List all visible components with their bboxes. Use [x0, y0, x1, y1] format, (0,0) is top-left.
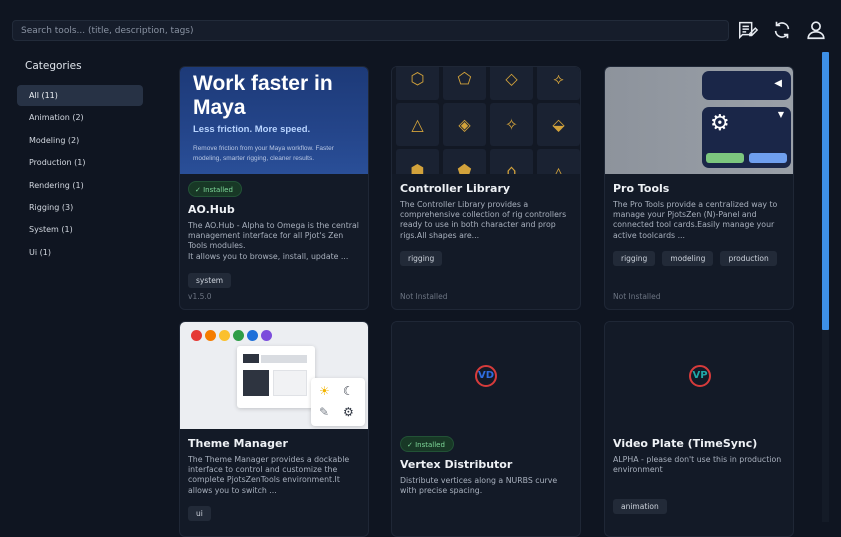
- controller-shape-icon: ⬟: [443, 149, 486, 174]
- card-description: Distribute vertices along a NURBS curve …: [400, 476, 558, 496]
- controller-shape-icon: ⌂: [490, 149, 533, 174]
- refresh-icon[interactable]: [771, 19, 793, 41]
- controller-shape-icon: ⬡: [396, 67, 439, 100]
- tag-system[interactable]: system: [188, 273, 232, 288]
- tool-card-vertex-distributor[interactable]: VD ✓ Installed Vertex Distributor Distri…: [391, 321, 581, 537]
- card-title: Theme Manager: [188, 437, 288, 450]
- news-icon[interactable]: [737, 19, 759, 41]
- tag-animation[interactable]: animation: [613, 499, 667, 514]
- controller-library-thumbnail: ⬡ ⬠ ◇ ⟡ △ ◈ ✧ ⬙ ⬢ ⬟ ⌂ ▵: [392, 67, 580, 174]
- category-all[interactable]: All (11): [17, 85, 143, 106]
- card-version: v1.5.0: [188, 292, 212, 301]
- card-title: AO.Hub: [188, 203, 235, 216]
- card-description: The Theme Manager provides a dockable in…: [188, 455, 350, 495]
- tag-rigging[interactable]: rigging: [400, 251, 443, 266]
- category-list: All (11) Animation (2) Modeling (2) Prod…: [17, 85, 143, 264]
- thumb-headline: Work faster in Maya: [193, 72, 333, 119]
- installed-badge: ✓ Installed: [400, 436, 454, 452]
- controller-shape-icon: ⬙: [537, 103, 580, 146]
- card-title: Pro Tools: [613, 182, 670, 195]
- tool-card-video-plate[interactable]: VP Video Plate (TimeSync) ALPHA - please…: [604, 321, 794, 537]
- card-title: Controller Library: [400, 182, 511, 195]
- controller-shape-icon: ◈: [443, 103, 486, 146]
- pro-tools-thumbnail: ◀ ⚙ ▼: [605, 67, 793, 174]
- card-install-status: Not Installed: [613, 292, 661, 301]
- scrollbar-thumb[interactable]: [822, 52, 829, 330]
- tag-rigging[interactable]: rigging: [613, 251, 656, 266]
- category-modeling[interactable]: Modeling (2): [17, 130, 143, 151]
- search-input[interactable]: [12, 20, 729, 41]
- tool-card-aohub[interactable]: Work faster in Maya Less friction. More …: [179, 66, 369, 310]
- vd-logo: VD: [475, 365, 497, 387]
- vertex-distributor-thumbnail: VD: [392, 322, 580, 429]
- thumb-subheadline: Less friction. More speed.: [193, 124, 311, 135]
- card-title: Video Plate (TimeSync): [613, 437, 758, 450]
- chevron-down-icon: ▼: [777, 110, 784, 119]
- tool-card-pro-tools[interactable]: ◀ ⚙ ▼ Pro Tools The Pro Tools provide a …: [604, 66, 794, 310]
- theme-manager-thumbnail: ☀ ☾ ✎ ⚙: [180, 322, 368, 429]
- aohub-thumbnail: Work faster in Maya Less friction. More …: [180, 67, 368, 174]
- thumb-caption: Remove friction from your Maya workflow.…: [193, 145, 334, 162]
- category-rigging[interactable]: Rigging (3): [17, 197, 143, 218]
- category-animation[interactable]: Animation (2): [17, 107, 143, 128]
- card-description: The Controller Library provides a compre…: [400, 200, 567, 240]
- controller-shape-icon: △: [396, 103, 439, 146]
- sun-icon: ☀: [319, 384, 330, 398]
- category-system[interactable]: System (1): [17, 219, 143, 240]
- card-install-status: Not Installed: [400, 292, 448, 301]
- controller-shape-icon: ⬠: [443, 67, 486, 100]
- controller-shape-icon: ▵: [537, 149, 580, 174]
- tag-production[interactable]: production: [720, 251, 777, 266]
- controller-shape-icon: ✧: [490, 103, 533, 146]
- arrow-left-icon: ◀: [774, 78, 782, 89]
- category-rendering[interactable]: Rendering (1): [17, 175, 143, 196]
- gear-icon: ⚙: [710, 111, 730, 136]
- tool-card-theme-manager[interactable]: ☀ ☾ ✎ ⚙ Theme Manager The Theme Manager …: [179, 321, 369, 537]
- brush-icon: ✎: [319, 405, 330, 419]
- video-plate-thumbnail: VP: [605, 322, 793, 429]
- categories-title: Categories: [25, 60, 82, 72]
- user-icon[interactable]: [805, 19, 827, 41]
- controller-shape-icon: ⟡: [537, 67, 580, 100]
- tag-ui[interactable]: ui: [188, 506, 211, 521]
- card-description: The AO.Hub - Alpha to Omega is the centr…: [188, 221, 359, 261]
- installed-badge: ✓ Installed: [188, 181, 242, 197]
- gear-icon: ⚙: [343, 405, 354, 419]
- card-title: Vertex Distributor: [400, 458, 513, 471]
- card-description: ALPHA - please don't use this in product…: [613, 455, 782, 475]
- tool-card-controller-library[interactable]: ⬡ ⬠ ◇ ⟡ △ ◈ ✧ ⬙ ⬢ ⬟ ⌂ ▵ Controller Libra…: [391, 66, 581, 310]
- category-production[interactable]: Production (1): [17, 152, 143, 173]
- tag-modeling[interactable]: modeling: [662, 251, 714, 266]
- card-description: The Pro Tools provide a centralized way …: [613, 200, 778, 240]
- vp-logo: VP: [689, 365, 711, 387]
- controller-shape-icon: ⬢: [396, 149, 439, 174]
- controller-shape-icon: ◇: [490, 67, 533, 100]
- category-ui[interactable]: Ui (1): [17, 242, 143, 263]
- moon-icon: ☾: [343, 384, 354, 398]
